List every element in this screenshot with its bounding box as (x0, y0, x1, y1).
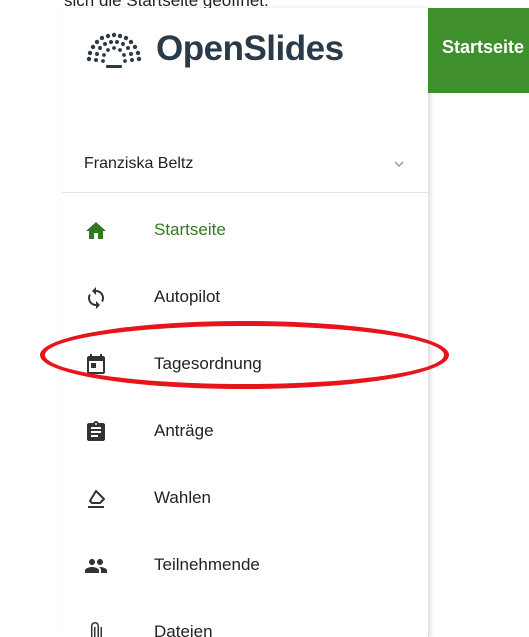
sidebar-item-antraege[interactable]: Anträge (62, 399, 428, 466)
sidebar-item-autopilot[interactable]: Autopilot (62, 265, 428, 332)
sidebar-item-startseite[interactable]: Startseite (62, 198, 428, 265)
parliament-logo-icon (84, 27, 144, 71)
sidebar-item-label: Tagesordnung (154, 354, 262, 373)
people-icon (84, 554, 108, 578)
sync-icon (84, 286, 108, 310)
header-bar: Startseite (428, 8, 529, 93)
clipboard-icon (84, 420, 108, 444)
user-menu[interactable]: Franziska Beltz (62, 140, 428, 193)
sidebar-item-label: Dateien (154, 622, 213, 637)
chevron-down-icon (392, 157, 406, 176)
sidebar-item-teilnehmende[interactable]: Teilnehmende (62, 533, 428, 600)
paperclip-icon (84, 621, 108, 637)
sidebar-item-label: Wahlen (154, 488, 212, 507)
calendar-icon (84, 353, 108, 377)
sidebar: OpenSlides Franziska Beltz Startseite Au… (62, 8, 429, 637)
user-name: Franziska Beltz (84, 155, 194, 172)
sidebar-item-tagesordnung[interactable]: Tagesordnung (62, 332, 428, 399)
home-icon (84, 219, 108, 243)
sidebar-item-label: Startseite (154, 220, 226, 239)
page-title: Startseite (442, 37, 525, 57)
sidebar-item-wahlen[interactable]: Wahlen (62, 466, 428, 533)
main-navigation: Startseite Autopilot Tagesordnung Anträg… (62, 198, 428, 637)
sidebar-item-label: Anträge (154, 421, 214, 440)
sidebar-item-dateien[interactable]: Dateien (62, 600, 428, 637)
sidebar-item-label: Autopilot (154, 287, 221, 306)
app-name: OpenSlides (156, 29, 344, 68)
ballot-icon (84, 487, 108, 511)
sidebar-item-label: Teilnehmende (154, 555, 260, 574)
app-logo[interactable]: OpenSlides (84, 27, 344, 71)
